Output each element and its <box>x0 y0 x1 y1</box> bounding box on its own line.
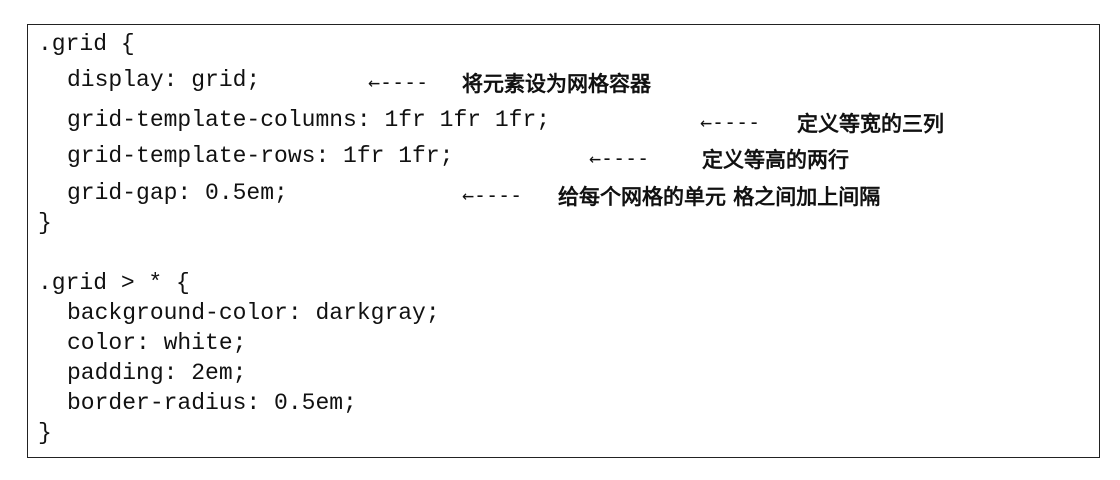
rule-2-decl-1-code: background-color: darkgray; <box>67 300 440 326</box>
rule-1-decl-1-code: display: grid; <box>67 67 261 93</box>
rule-1-selector: .grid { <box>38 31 135 57</box>
rule-1-decl-2-arrow: ←---- <box>700 110 761 134</box>
rule-1-decl-4-arrow: ←---- <box>462 183 523 207</box>
rule-1-decl-3-note: 定义等高的两行 <box>702 148 849 172</box>
rule-1-decl-3-code: grid-template-rows: 1fr 1fr; <box>67 143 454 169</box>
rule-1-decl-3-arrow: ←---- <box>589 146 650 170</box>
rule-1-close-brace: } <box>38 210 52 236</box>
rule-2-decl-4-code: border-radius: 0.5em; <box>67 390 357 416</box>
rule-1-decl-1-note: 将元素设为网格容器 <box>462 72 651 96</box>
rule-2-close-brace: } <box>38 420 52 446</box>
rule-2-decl-2-code: color: white; <box>67 330 247 356</box>
rule-2-decl-3-code: padding: 2em; <box>67 360 247 386</box>
code-snippet-box: .grid { display: grid; ←---- 将元素设为网格容器 g… <box>27 24 1100 458</box>
rule-1-decl-2-note: 定义等宽的三列 <box>797 112 944 136</box>
rule-1-decl-1-arrow: ←---- <box>368 70 429 94</box>
rule-1-decl-2-code: grid-template-columns: 1fr 1fr 1fr; <box>67 107 551 133</box>
rule-1-decl-4-code: grid-gap: 0.5em; <box>67 180 288 206</box>
rule-1-decl-4-note: 给每个网格的单元 格之间加上间隔 <box>558 185 881 209</box>
rule-2-selector: .grid > * { <box>38 270 190 296</box>
